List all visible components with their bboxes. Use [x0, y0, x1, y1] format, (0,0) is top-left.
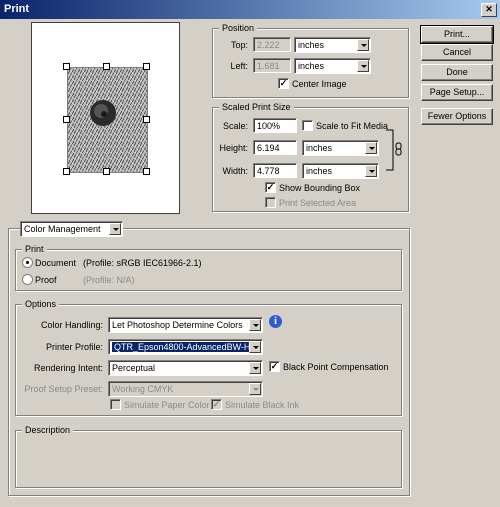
left-input[interactable]: 1.681: [253, 58, 291, 73]
scale-input[interactable]: 100%: [253, 118, 297, 133]
color-handling-label: Color Handling:: [40, 320, 103, 330]
center-image-label: Center Image: [292, 79, 347, 89]
rendering-intent-value: Perceptual: [112, 363, 156, 373]
close-icon[interactable]: ✕: [481, 3, 497, 17]
print-group-label: Print: [22, 244, 47, 254]
preview-image: [67, 67, 148, 173]
top-unit-value: inches: [298, 40, 325, 50]
center-image-checkbox[interactable]: ✓: [278, 78, 289, 89]
top-label: Top:: [230, 40, 248, 50]
chevron-down-icon: [249, 383, 261, 395]
chevron-down-icon: [365, 165, 377, 177]
top-unit-select[interactable]: inches: [294, 37, 371, 53]
window-title: Print: [4, 3, 30, 15]
printer-profile-select[interactable]: QTR_Epson4800-AdvancedBW-H...: [108, 339, 263, 355]
options-group-label: Options: [22, 299, 60, 309]
black-point-label: Black Point Compensation: [283, 362, 389, 372]
scale-to-fit-checkbox[interactable]: [302, 120, 313, 131]
show-bounding-box-label: Show Bounding Box: [279, 183, 361, 193]
proof-setup-label: Proof Setup Preset:: [24, 384, 103, 394]
print-preview: [31, 22, 180, 214]
bounding-handle-bm[interactable]: [103, 168, 110, 175]
bounding-handle-br[interactable]: [143, 168, 150, 175]
link-proportions-icon[interactable]: [384, 128, 404, 172]
proof-label: Proof: [35, 275, 57, 285]
rendering-intent-select[interactable]: Perceptual: [108, 360, 263, 376]
position-group-label: Position: [219, 23, 258, 33]
height-input[interactable]: 6.194: [253, 140, 297, 155]
description-label: Description: [22, 425, 74, 435]
left-unit-select[interactable]: inches: [294, 58, 371, 74]
scale-label: Scale:: [222, 121, 248, 131]
print-group: [15, 249, 402, 291]
width-input[interactable]: 4.778: [253, 163, 297, 178]
scaled-print-size-label: Scaled Print Size: [219, 102, 294, 112]
proof-radio[interactable]: [22, 274, 33, 285]
width-label: Width:: [222, 166, 248, 176]
info-icon[interactable]: i: [269, 315, 282, 328]
description-group: [15, 430, 402, 488]
mode-select-value: Color Management: [24, 224, 101, 234]
print-selected-area-label: Print Selected Area: [279, 198, 357, 208]
left-unit-value: inches: [298, 61, 325, 71]
bounding-handle-lm[interactable]: [63, 116, 70, 123]
chevron-down-icon: [249, 362, 261, 374]
simulate-paper-checkbox[interactable]: [110, 399, 121, 410]
bounding-handle-tl[interactable]: [63, 63, 70, 70]
show-bounding-box-checkbox[interactable]: ✓: [265, 182, 276, 193]
height-unit-value: inches: [306, 143, 333, 153]
height-label: Height:: [219, 143, 248, 153]
cancel-button[interactable]: Cancel: [421, 44, 493, 61]
chevron-down-icon: [249, 319, 261, 331]
chevron-down-icon: [357, 60, 369, 72]
print-button[interactable]: Print...: [420, 25, 494, 44]
printer-profile-label: Printer Profile:: [45, 342, 103, 352]
simulate-ink-label: Simulate Black Ink: [225, 400, 300, 410]
chevron-down-icon: [357, 39, 369, 51]
color-handling-value: Let Photoshop Determine Colors: [112, 320, 243, 330]
proof-setup-select[interactable]: Working CMYK: [108, 381, 263, 397]
document-label: Document: [35, 258, 77, 268]
scale-to-fit-label: Scale to Fit Media: [316, 121, 389, 131]
top-input[interactable]: 2.222: [253, 37, 291, 52]
flower-photo: [68, 68, 147, 172]
color-handling-select[interactable]: Let Photoshop Determine Colors: [108, 317, 263, 333]
left-label: Left:: [230, 61, 248, 71]
mode-select[interactable]: Color Management: [20, 221, 123, 237]
height-unit-select[interactable]: inches: [302, 140, 379, 156]
rendering-intent-label: Rendering Intent:: [33, 363, 103, 373]
simulate-ink-checkbox[interactable]: ✓: [211, 399, 222, 410]
fewer-options-button[interactable]: Fewer Options: [421, 108, 493, 125]
width-unit-select[interactable]: inches: [302, 163, 379, 179]
document-profile: (Profile: sRGB IEC61966-2.1): [83, 258, 202, 268]
print-selected-area-checkbox[interactable]: [265, 197, 276, 208]
page-setup-button[interactable]: Page Setup...: [421, 84, 493, 101]
bounding-handle-bl[interactable]: [63, 168, 70, 175]
bounding-handle-rm[interactable]: [143, 116, 150, 123]
chevron-down-icon: [365, 142, 377, 154]
document-radio[interactable]: [22, 257, 33, 268]
black-point-checkbox[interactable]: ✓: [269, 361, 280, 372]
bounding-handle-tr[interactable]: [143, 63, 150, 70]
bounding-handle-tm[interactable]: [103, 63, 110, 70]
printer-profile-value: QTR_Epson4800-AdvancedBW-H...: [112, 342, 260, 352]
chevron-down-icon: [109, 223, 121, 235]
simulate-paper-label: Simulate Paper Color: [124, 400, 210, 410]
chevron-down-icon: [249, 341, 261, 353]
done-button[interactable]: Done: [421, 64, 493, 81]
proof-setup-value: Working CMYK: [112, 384, 174, 394]
width-unit-value: inches: [306, 166, 333, 176]
title-bar: Print ✕: [0, 0, 500, 19]
proof-profile: (Profile: N/A): [83, 275, 135, 285]
